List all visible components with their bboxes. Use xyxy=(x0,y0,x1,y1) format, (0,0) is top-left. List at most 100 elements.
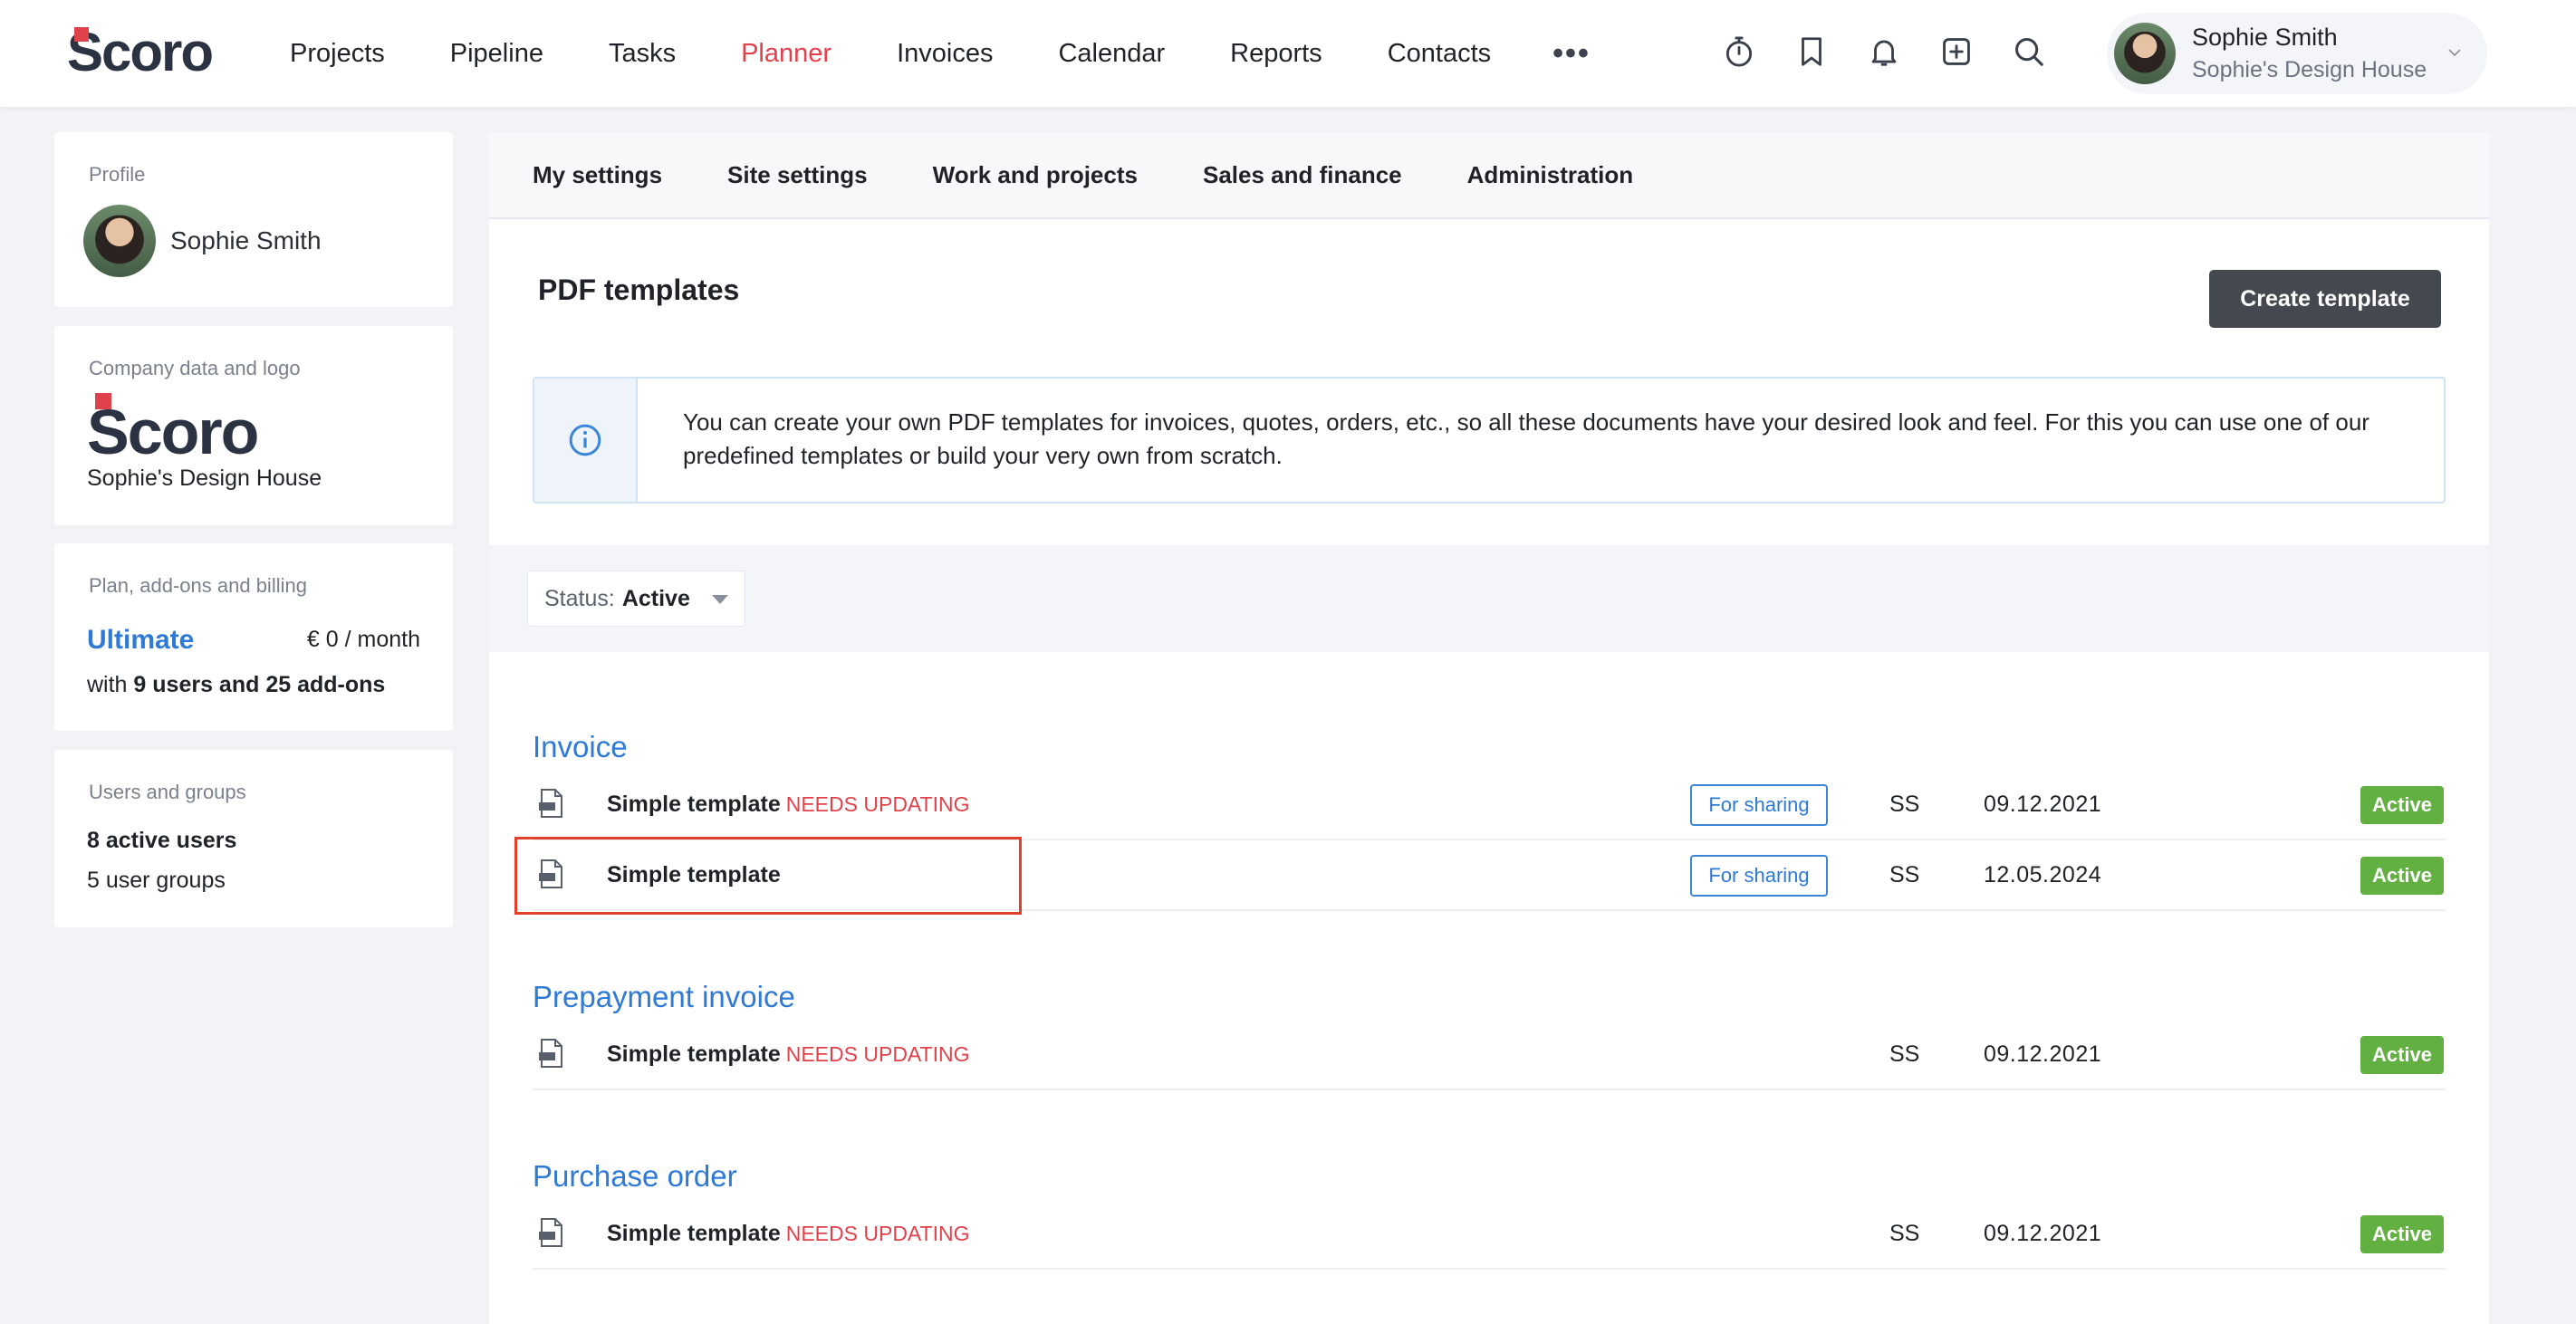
template-row[interactable]: Simple template NEEDS UPDATING SS 09.12.2… xyxy=(533,1020,2446,1090)
avatar xyxy=(2114,23,2176,84)
user-name: Sophie Smith xyxy=(2192,24,2338,51)
logo-mark xyxy=(74,27,89,42)
plan-price: € 0 / month xyxy=(306,627,420,652)
top-bar: Scoro Projects Pipeline Tasks Planner In… xyxy=(0,0,2576,107)
pdf-file-icon xyxy=(539,1039,562,1068)
main-panel: My settings Site settings Work and proje… xyxy=(489,132,2489,1324)
plan-card: Plan, add-ons and billing Ultimate € 0 /… xyxy=(54,543,453,731)
template-name-text: Simple template xyxy=(607,1041,781,1067)
pdf-file-icon xyxy=(539,789,562,818)
status-filter-dropdown[interactable]: Status: Active xyxy=(527,571,745,627)
filter-band: Status: Active xyxy=(489,545,2489,652)
info-icon xyxy=(569,424,601,456)
users-card[interactable]: Users and groups 8 active users 5 user g… xyxy=(54,750,453,927)
info-text: You can create your own PDF templates fo… xyxy=(683,408,2369,469)
company-label: Company data and logo xyxy=(89,357,301,379)
nav-tasks[interactable]: Tasks xyxy=(609,39,676,69)
bookmark-icon[interactable] xyxy=(1793,31,1830,72)
status-filter-value: Active xyxy=(621,585,690,611)
template-date: 12.05.2024 xyxy=(1984,862,2102,887)
plan-name-link[interactable]: Ultimate xyxy=(87,625,194,656)
template-name-text: Simple template xyxy=(607,862,781,887)
nav-calendar[interactable]: Calendar xyxy=(1058,39,1165,69)
sharing-badge: For sharing xyxy=(1690,855,1828,897)
section-title-invoice[interactable]: Invoice xyxy=(533,730,628,764)
caret-down-icon xyxy=(711,595,728,604)
profile-name: Sophie Smith xyxy=(170,226,322,254)
template-name: Simple template xyxy=(607,862,781,888)
nav-invoices[interactable]: Invoices xyxy=(897,39,993,69)
logo-mark xyxy=(95,393,111,409)
page-title: PDF templates xyxy=(538,273,740,306)
scoro-logo[interactable]: Scoro xyxy=(67,22,214,82)
main-nav: Projects Pipeline Tasks Planner Invoices… xyxy=(290,0,1591,107)
logo-text: Scoro xyxy=(67,22,214,82)
author-initials: SS xyxy=(1889,792,1920,817)
info-side xyxy=(534,379,638,502)
profile-avatar xyxy=(83,205,156,277)
users-label: Users and groups xyxy=(89,781,246,803)
template-date: 09.12.2021 xyxy=(1984,792,2102,817)
settings-tabs: My settings Site settings Work and proje… xyxy=(489,132,2489,219)
tab-my-settings[interactable]: My settings xyxy=(533,161,662,189)
needs-updating-flag: NEEDS UPDATING xyxy=(785,1042,970,1066)
author-initials: SS xyxy=(1889,1041,1920,1067)
user-groups: 5 user groups xyxy=(87,868,226,893)
status-filter-label: Status: xyxy=(544,585,615,611)
template-date: 09.12.2021 xyxy=(1984,1041,2102,1067)
template-name-text: Simple template xyxy=(607,792,781,817)
plan-users: with 9 users and 25 add-ons xyxy=(87,672,385,698)
search-icon[interactable] xyxy=(2011,31,2047,72)
user-company: Sophie's Design House xyxy=(2192,57,2427,82)
company-name: Sophie's Design House xyxy=(87,465,322,491)
plan-label: Plan, add-ons and billing xyxy=(89,574,307,597)
status-badge: Active xyxy=(2360,1215,2444,1253)
tab-sales-and-finance[interactable]: Sales and finance xyxy=(1203,161,1402,189)
active-users: 8 active users xyxy=(87,828,237,853)
profile-card[interactable]: Profile Sophie Smith xyxy=(54,132,453,307)
needs-updating-flag: NEEDS UPDATING xyxy=(785,1222,970,1245)
template-name: Simple template NEEDS UPDATING xyxy=(607,1041,970,1068)
nav-pipeline[interactable]: Pipeline xyxy=(450,39,543,69)
tab-work-and-projects[interactable]: Work and projects xyxy=(933,161,1138,189)
more-dots-icon[interactable]: ••• xyxy=(1552,36,1591,72)
tab-site-settings[interactable]: Site settings xyxy=(727,161,868,189)
timer-icon[interactable] xyxy=(1721,31,1757,72)
template-row[interactable]: Simple template For sharing SS 12.05.202… xyxy=(533,840,2446,911)
section-title-purchase-order[interactable]: Purchase order xyxy=(533,1159,737,1194)
author-initials: SS xyxy=(1889,1221,1920,1246)
nav-reports[interactable]: Reports xyxy=(1230,39,1322,69)
company-logo-text: Scoro xyxy=(87,397,259,467)
chevron-down-icon xyxy=(2448,49,2461,57)
status-badge: Active xyxy=(2360,1036,2444,1074)
author-initials: SS xyxy=(1889,862,1920,887)
add-square-icon[interactable] xyxy=(1938,31,1975,72)
pdf-file-icon xyxy=(539,859,562,888)
template-name-text: Simple template xyxy=(607,1221,781,1246)
sharing-badge: For sharing xyxy=(1690,784,1828,826)
tab-administration[interactable]: Administration xyxy=(1467,161,1633,189)
company-card[interactable]: Company data and logo Scoro Sophie's Des… xyxy=(54,326,453,525)
template-name: Simple template NEEDS UPDATING xyxy=(607,792,970,818)
user-menu[interactable]: Sophie Smith Sophie's Design House xyxy=(2107,13,2487,94)
needs-updating-flag: NEEDS UPDATING xyxy=(785,792,970,816)
template-date: 09.12.2021 xyxy=(1984,1221,2102,1246)
plan-users-prefix: with xyxy=(87,672,128,697)
template-row[interactable]: Simple template NEEDS UPDATING SS 09.12.2… xyxy=(533,1199,2446,1270)
top-icons xyxy=(1721,31,2083,72)
status-badge: Active xyxy=(2360,786,2444,824)
nav-projects[interactable]: Projects xyxy=(290,39,385,69)
template-name: Simple template NEEDS UPDATING xyxy=(607,1221,970,1247)
company-logo: Scoro xyxy=(87,393,259,467)
template-row[interactable]: Simple template NEEDS UPDATING For sharin… xyxy=(533,770,2446,840)
create-template-button[interactable]: Create template xyxy=(2209,270,2441,328)
nav-planner[interactable]: Planner xyxy=(741,39,831,69)
info-box: You can create your own PDF templates fo… xyxy=(533,377,2446,504)
section-title-prepayment-invoice[interactable]: Prepayment invoice xyxy=(533,980,795,1014)
bell-icon[interactable] xyxy=(1866,31,1902,72)
pdf-file-icon xyxy=(539,1218,562,1247)
nav-contacts[interactable]: Contacts xyxy=(1388,39,1491,69)
plan-users-count: 9 users and 25 add-ons xyxy=(133,672,386,697)
user-texts: Sophie Smith Sophie's Design House xyxy=(2192,24,2427,83)
profile-label: Profile xyxy=(89,163,146,186)
